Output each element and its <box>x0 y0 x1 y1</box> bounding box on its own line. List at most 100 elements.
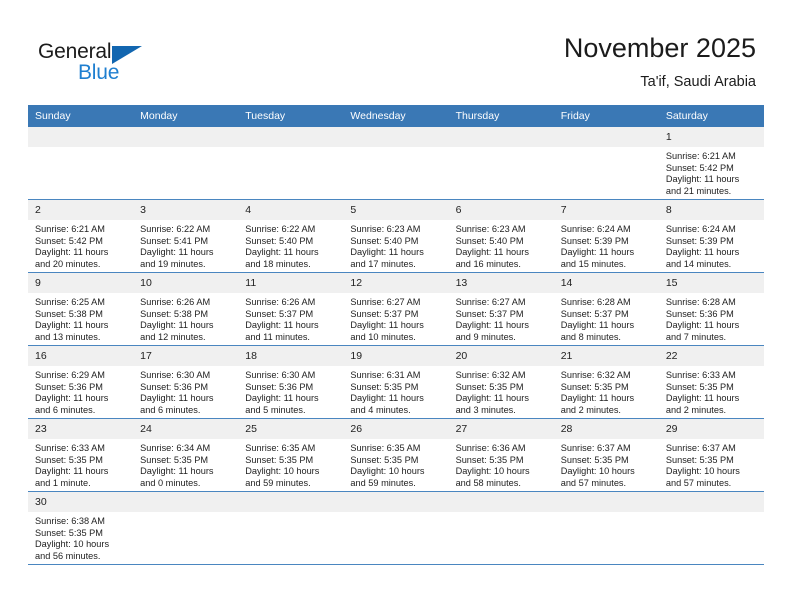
calendar-day-cell[interactable]: 15 Sunrise: 6:28 AM Sunset: 5:36 PM Dayligh… <box>658 272 764 346</box>
calendar-day-cell[interactable]: 17 Sunrise: 6:30 AM Sunset: 5:36 PM Dayligh… <box>133 345 239 419</box>
calendar-day-cell[interactable]: 7 Sunrise: 6:24 AM Sunset: 5:39 PM Daylight… <box>553 199 659 273</box>
weekday-header-sunday: Sunday <box>28 105 134 127</box>
title-block: November 2025 Ta'if, Saudi Arabia <box>564 32 756 92</box>
day-sun-details: Sunrise: 6:21 AM Sunset: 5:42 PM Daylight:… <box>659 147 764 197</box>
calendar-day-cell[interactable]: 27 Sunrise: 6:36 AM Sunset: 5:35 PM Dayligh… <box>448 418 554 492</box>
calendar-day-cell[interactable]: 2 Sunrise: 6:21 AM Sunset: 5:42 PM Daylight… <box>28 199 134 273</box>
calendar-empty-cell <box>553 491 659 565</box>
day-detail-line: Sunrise: 6:21 AM <box>665 151 736 161</box>
day-number: 20 <box>448 346 554 366</box>
calendar-day-cell[interactable]: 25 Sunrise: 6:35 AM Sunset: 5:35 PM Dayligh… <box>238 418 344 492</box>
day-detail-line: and 19 minutes. <box>140 258 206 269</box>
day-detail-line: Sunrise: 6:35 AM <box>350 443 421 453</box>
day-number: 1 <box>658 127 764 147</box>
day-detail-line: Sunset: 5:35 PM <box>560 381 629 392</box>
day-detail-line: Daylight: 11 hours <box>35 320 109 331</box>
day-sun-details: Sunrise: 6:37 AM Sunset: 5:35 PM Daylight:… <box>659 439 764 489</box>
day-number <box>238 492 344 512</box>
day-detail-line: Daylight: 11 hours <box>665 320 740 331</box>
calendar-day-cell[interactable]: 4 Sunrise: 6:22 AM Sunset: 5:40 PM Daylight… <box>238 199 344 273</box>
calendar-day-cell[interactable]: 6 Sunrise: 6:23 AM Sunset: 5:40 PM Daylight… <box>448 199 554 273</box>
day-detail-line: Daylight: 11 hours <box>455 247 529 258</box>
calendar-empty-cell <box>238 491 344 565</box>
day-detail-line: Daylight: 11 hours <box>140 320 214 331</box>
day-sun-details: Sunrise: 6:30 AM Sunset: 5:36 PM Daylight:… <box>238 366 343 416</box>
day-detail-line: Sunrise: 6:36 AM <box>455 443 526 453</box>
day-sun-details: Sunrise: 6:32 AM Sunset: 5:35 PM Daylight:… <box>449 366 554 416</box>
calendar-empty-cell <box>553 127 659 200</box>
calendar-day-cell[interactable]: 26 Sunrise: 6:35 AM Sunset: 5:35 PM Dayligh… <box>343 418 449 492</box>
calendar-day-cell[interactable]: 16 Sunrise: 6:29 AM Sunset: 5:36 PM Dayligh… <box>28 345 134 419</box>
day-detail-line: Sunset: 5:36 PM <box>140 381 209 392</box>
day-sun-details: Sunrise: 6:23 AM Sunset: 5:40 PM Daylight:… <box>343 220 448 270</box>
day-detail-line: Sunset: 5:35 PM <box>350 381 419 392</box>
calendar-day-cell[interactable]: 1 Sunrise: 6:21 AM Sunset: 5:42 PM Daylight… <box>658 127 764 200</box>
day-number: 27 <box>448 419 554 439</box>
calendar-day-cell[interactable]: 10 Sunrise: 6:26 AM Sunset: 5:38 PM Dayligh… <box>133 272 239 346</box>
day-detail-line: Daylight: 10 hours <box>350 466 425 477</box>
month-calendar: Sunday Monday Tuesday Wednesday Thursday… <box>28 105 764 565</box>
day-sun-details: Sunrise: 6:29 AM Sunset: 5:36 PM Daylight:… <box>28 366 133 416</box>
day-detail-line: Daylight: 11 hours <box>245 247 319 258</box>
calendar-day-cell[interactable]: 24 Sunrise: 6:34 AM Sunset: 5:35 PM Dayligh… <box>133 418 239 492</box>
day-sun-details: Sunrise: 6:35 AM Sunset: 5:35 PM Daylight:… <box>343 439 448 489</box>
day-detail-line: Sunrise: 6:27 AM <box>350 297 421 307</box>
day-detail-line: and 6 minutes. <box>140 404 201 415</box>
day-detail-line: Sunset: 5:35 PM <box>560 454 629 465</box>
day-number: 13 <box>448 273 554 293</box>
calendar-day-cell[interactable]: 3 Sunrise: 6:22 AM Sunset: 5:41 PM Daylight… <box>133 199 239 273</box>
calendar-day-cell[interactable]: 14 Sunrise: 6:28 AM Sunset: 5:37 PM Dayligh… <box>553 272 659 346</box>
calendar-day-cell[interactable]: 12 Sunrise: 6:27 AM Sunset: 5:37 PM Dayligh… <box>343 272 449 346</box>
day-sun-details: Sunrise: 6:22 AM Sunset: 5:41 PM Daylight:… <box>133 220 238 270</box>
general-blue-logo[interactable]: General Blue <box>38 40 158 88</box>
calendar-day-cell[interactable]: 11 Sunrise: 6:26 AM Sunset: 5:37 PM Dayligh… <box>238 272 344 346</box>
day-detail-line: Sunrise: 6:30 AM <box>140 370 211 380</box>
day-number <box>553 127 659 147</box>
day-number: 6 <box>448 200 554 220</box>
day-detail-line: Daylight: 10 hours <box>455 466 530 477</box>
calendar-day-cell[interactable]: 30 Sunrise: 6:38 AM Sunset: 5:35 PM Dayligh… <box>28 491 134 565</box>
calendar-week-row: 30 Sunrise: 6:38 AM Sunset: 5:35 PM Dayligh… <box>28 491 764 565</box>
calendar-day-cell[interactable]: 23 Sunrise: 6:33 AM Sunset: 5:35 PM Dayligh… <box>28 418 134 492</box>
day-detail-line: Sunset: 5:40 PM <box>350 235 419 246</box>
day-detail-line: and 7 minutes. <box>665 331 727 342</box>
calendar-day-cell[interactable]: 18 Sunrise: 6:30 AM Sunset: 5:36 PM Dayligh… <box>238 345 344 419</box>
calendar-day-cell[interactable]: 29 Sunrise: 6:37 AM Sunset: 5:35 PM Dayligh… <box>658 418 764 492</box>
calendar-day-cell[interactable]: 28 Sunrise: 6:37 AM Sunset: 5:35 PM Dayligh… <box>553 418 659 492</box>
day-detail-line: Daylight: 11 hours <box>350 247 424 258</box>
day-detail-line: and 57 minutes. <box>665 477 732 488</box>
day-detail-line: and 14 minutes. <box>665 258 732 269</box>
day-number: 22 <box>658 346 764 366</box>
day-detail-line: and 20 minutes. <box>35 258 101 269</box>
day-sun-details: Sunrise: 6:23 AM Sunset: 5:40 PM Daylight:… <box>449 220 554 270</box>
calendar-day-cell[interactable]: 20 Sunrise: 6:32 AM Sunset: 5:35 PM Dayligh… <box>448 345 554 419</box>
day-number: 10 <box>133 273 239 293</box>
day-detail-line: Daylight: 10 hours <box>665 466 740 477</box>
day-detail-line: and 21 minutes. <box>665 185 732 196</box>
calendar-day-cell[interactable]: 19 Sunrise: 6:31 AM Sunset: 5:35 PM Dayligh… <box>343 345 449 419</box>
day-detail-line: and 16 minutes. <box>455 258 521 269</box>
calendar-day-cell[interactable]: 5 Sunrise: 6:23 AM Sunset: 5:40 PM Daylight… <box>343 199 449 273</box>
day-detail-line: Sunset: 5:35 PM <box>665 381 734 392</box>
day-number: 2 <box>28 200 134 220</box>
day-number: 26 <box>343 419 449 439</box>
day-detail-line: and 2 minutes. <box>560 404 621 415</box>
day-detail-line: and 18 minutes. <box>245 258 311 269</box>
calendar-day-cell[interactable]: 9 Sunrise: 6:25 AM Sunset: 5:38 PM Daylight… <box>28 272 134 346</box>
day-number: 19 <box>343 346 449 366</box>
calendar-day-cell[interactable]: 22 Sunrise: 6:33 AM Sunset: 5:35 PM Dayligh… <box>658 345 764 419</box>
day-sun-details: Sunrise: 6:28 AM Sunset: 5:37 PM Daylight:… <box>554 293 659 343</box>
day-detail-line: Sunrise: 6:38 AM <box>35 516 105 526</box>
day-detail-line: Sunset: 5:37 PM <box>350 308 419 319</box>
weekday-header-thursday: Thursday <box>448 105 554 127</box>
day-sun-details: Sunrise: 6:37 AM Sunset: 5:35 PM Daylight:… <box>554 439 659 489</box>
calendar-day-cell[interactable]: 21 Sunrise: 6:32 AM Sunset: 5:35 PM Dayligh… <box>553 345 659 419</box>
day-detail-line: Sunrise: 6:32 AM <box>455 370 526 380</box>
day-detail-line: Daylight: 11 hours <box>560 320 635 331</box>
day-number: 23 <box>28 419 134 439</box>
day-number: 12 <box>343 273 449 293</box>
day-number <box>238 127 344 147</box>
calendar-day-cell[interactable]: 13 Sunrise: 6:27 AM Sunset: 5:37 PM Dayligh… <box>448 272 554 346</box>
day-detail-line: Sunset: 5:35 PM <box>455 381 524 392</box>
calendar-day-cell[interactable]: 8 Sunrise: 6:24 AM Sunset: 5:39 PM Daylight… <box>658 199 764 273</box>
